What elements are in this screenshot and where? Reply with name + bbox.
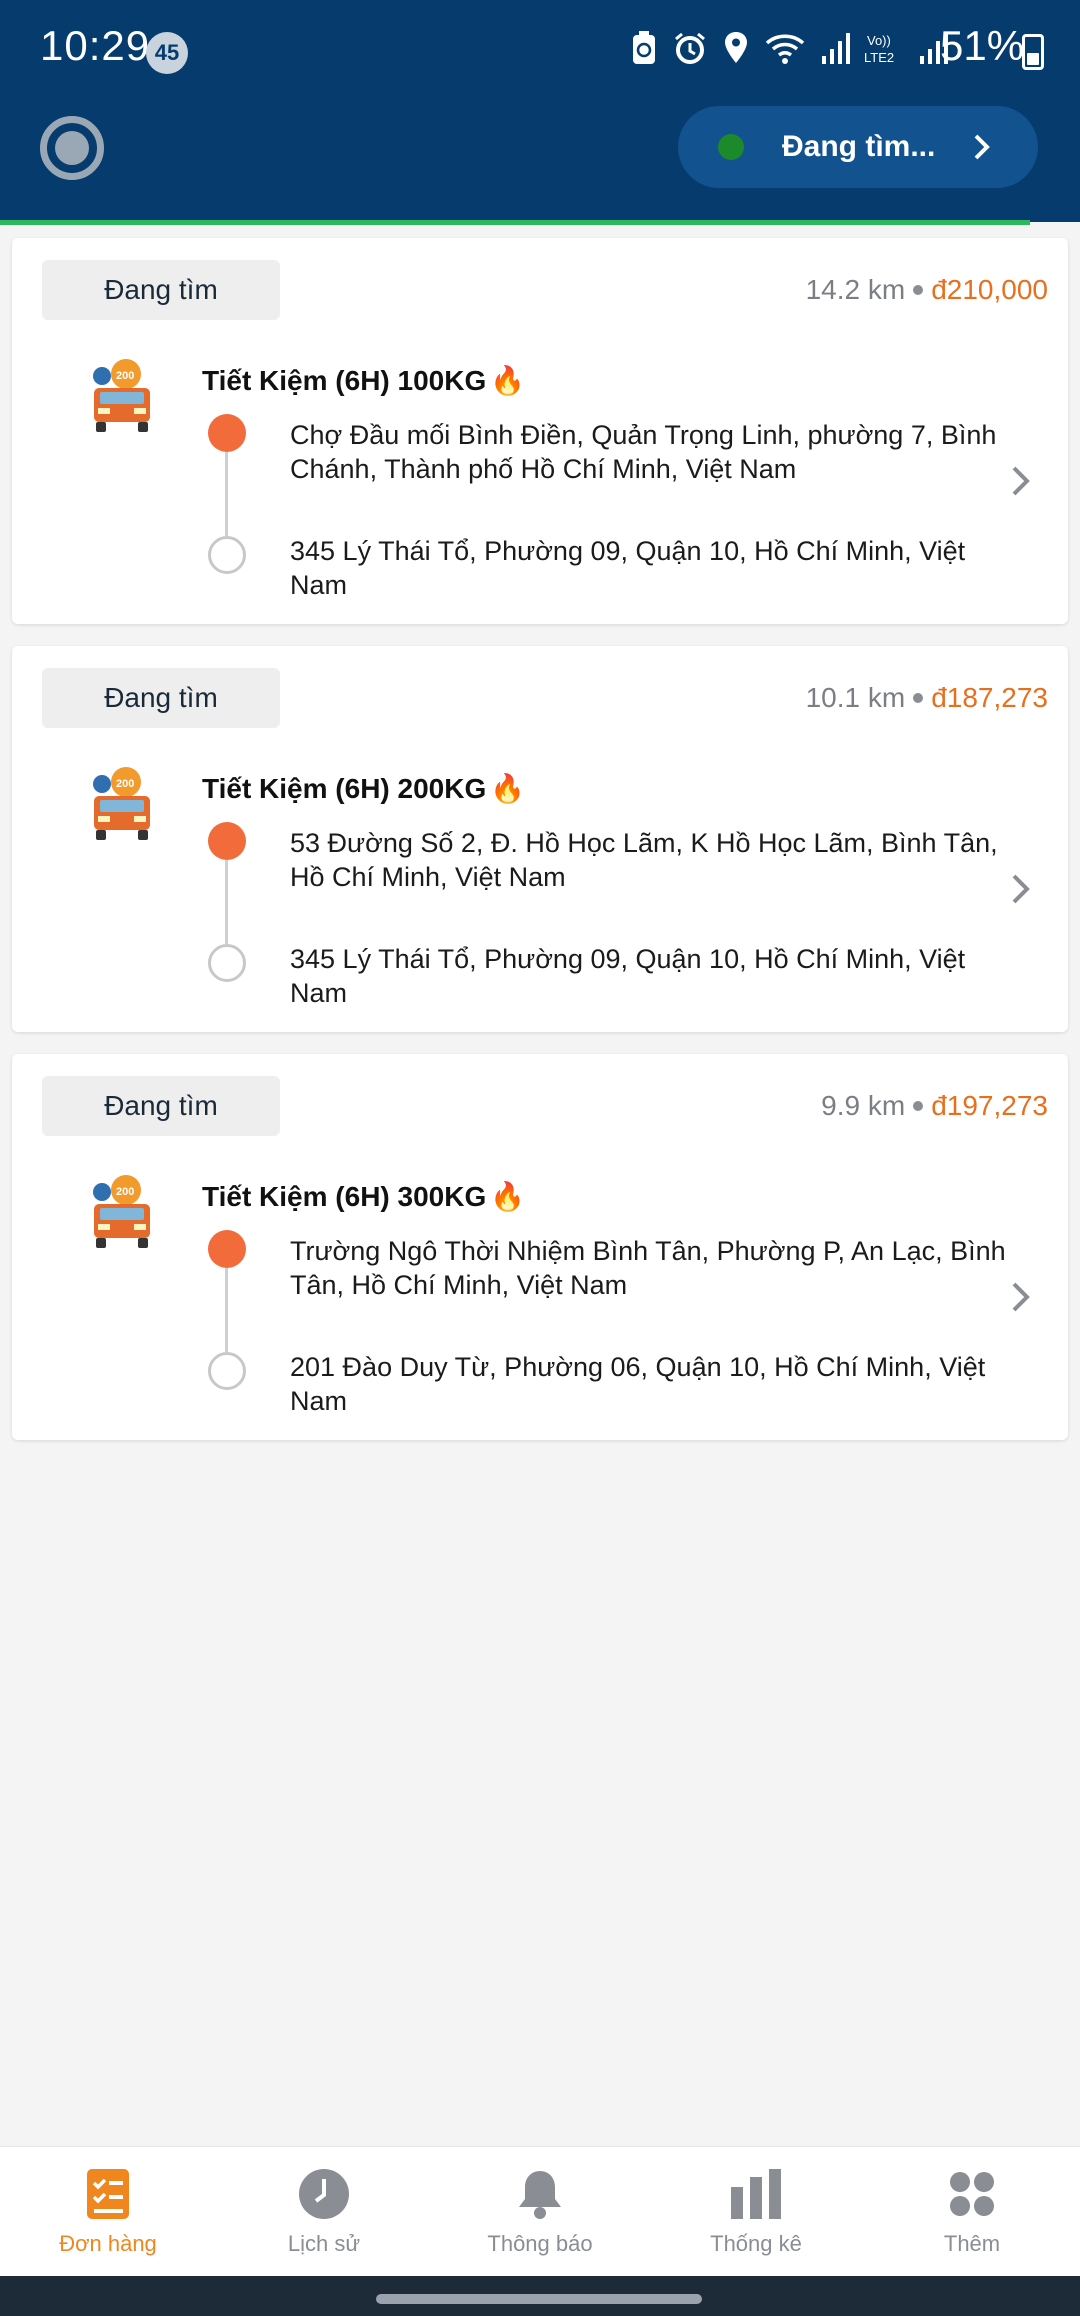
orders-icon: [87, 2169, 129, 2219]
nav-label: Đơn hàng: [59, 2231, 157, 2256]
app-header: 10:29 45 Vo)) LTE2 51% Đang tìm...: [0, 0, 1080, 222]
order-distance: 14.2 km: [805, 274, 906, 305]
wifi-icon: [765, 34, 805, 64]
order-meta: 14.2 km đ210,000: [806, 274, 1048, 306]
dropoff-address: 201 Đào Duy Từ, Phường 06, Quận 10, Hồ C…: [290, 1352, 986, 1416]
order-status-chip: Đang tìm: [42, 1076, 280, 1136]
pickup-marker: [208, 414, 246, 452]
service-name: Tiết Kiệm (6H) 200KG 🔥: [202, 772, 525, 805]
alarm-icon: [675, 32, 705, 64]
pickup-marker: [208, 1230, 246, 1268]
history-icon: [299, 2169, 349, 2219]
truck-icon: 200: [93, 359, 150, 432]
svg-text:LTE2: LTE2: [864, 50, 894, 65]
order-distance: 9.9 km: [821, 1090, 906, 1121]
fire-icon: 🔥: [490, 365, 526, 396]
bottom-nav: Đơn hàng Lịch sử Thông báo Thống kê Thêm: [0, 2146, 1080, 2276]
pickup-marker: [208, 822, 246, 860]
bell-icon: [519, 2171, 561, 2219]
order-meta: 9.9 km đ197,273: [821, 1090, 1048, 1122]
separator-dot: [913, 693, 924, 703]
order-card[interactable]: Đang tìm 10.1 km đ187,273 200 Tiết Kiệm …: [12, 646, 1068, 1032]
online-status-dot: [718, 134, 744, 160]
nav-item-more[interactable]: Thêm: [864, 2147, 1080, 2276]
separator-dot: [913, 1101, 924, 1111]
order-price: đ210,000: [931, 274, 1048, 305]
order-card[interactable]: Đang tìm 9.9 km đ197,273 200 Tiết Kiệm (…: [12, 1054, 1068, 1440]
fire-icon: 🔥: [490, 773, 526, 804]
nav-label: Thông báo: [487, 2231, 593, 2256]
dropoff-address: 345 Lý Thái Tổ, Phường 09, Quận 10, Hồ C…: [290, 536, 966, 600]
truck-icon: 200: [93, 767, 150, 840]
battery-percent: 51%: [940, 22, 1025, 69]
svg-text:Vo)): Vo)): [867, 33, 891, 48]
search-status-label: Đang tìm...: [782, 130, 936, 163]
chevron-right-icon: [1012, 874, 1030, 904]
order-meta: 10.1 km đ187,273: [806, 682, 1048, 714]
chevron-right-icon: [974, 134, 990, 160]
chevron-right-icon: [1012, 1282, 1030, 1312]
status-icons: Vo)) LTE2: [630, 30, 948, 66]
nav-item-stats[interactable]: Thống kê: [648, 2147, 864, 2276]
nav-item-notifications[interactable]: Thông báo: [432, 2147, 648, 2276]
dropoff-marker: [208, 944, 246, 982]
battery-icon: [1022, 34, 1044, 70]
signal-icon: [822, 33, 850, 64]
dropoff-address: 345 Lý Thái Tổ, Phường 09, Quận 10, Hồ C…: [290, 944, 966, 1008]
order-status-chip: Đang tìm: [42, 668, 280, 728]
bar-chart-icon: [731, 2169, 781, 2219]
recycle-icon: [633, 31, 655, 64]
status-time: 10:29: [40, 22, 151, 69]
pickup-address: 53 Đường Số 2, Đ. Hồ Học Lãm, K Hồ Học L…: [290, 828, 998, 892]
notification-count-badge: 45: [146, 32, 188, 74]
service-name: Tiết Kiệm (6H) 300KG 🔥: [202, 1180, 525, 1213]
order-card[interactable]: Đang tìm 14.2 km đ210,000 200 Tiết Kiệm …: [12, 238, 1068, 624]
more-icon: [950, 2172, 994, 2216]
pickup-address: Chợ Đầu mối Bình Điền, Quản Trọng Linh, …: [290, 420, 997, 484]
service-label: Tiết Kiệm (6H) 100KG: [202, 365, 487, 396]
svg-text:200: 200: [116, 370, 134, 382]
dropoff-marker: [208, 1352, 246, 1390]
fire-icon: 🔥: [490, 1181, 526, 1212]
separator-dot: [913, 285, 924, 295]
service-name: Tiết Kiệm (6H) 100KG 🔥: [202, 364, 525, 397]
order-price: đ197,273: [931, 1090, 1048, 1121]
online-toggle[interactable]: [40, 116, 104, 180]
order-distance: 10.1 km: [805, 682, 906, 713]
service-label: Tiết Kiệm (6H) 300KG: [202, 1181, 487, 1212]
nav-item-history[interactable]: Lịch sử: [216, 2147, 432, 2276]
nav-label: Thống kê: [710, 2231, 802, 2256]
route-line: [225, 860, 228, 944]
chevron-right-icon: [1012, 466, 1030, 496]
toggle-inner-dot: [55, 131, 89, 165]
home-gesture-handle[interactable]: [376, 2294, 702, 2304]
order-status-chip: Đang tìm: [42, 260, 280, 320]
order-price: đ187,273: [931, 682, 1048, 713]
nav-label: Thêm: [943, 2231, 1001, 2256]
location-icon: [725, 32, 747, 63]
nav-label: Lịch sử: [287, 2231, 361, 2256]
route-line: [225, 452, 228, 536]
route-line: [225, 1268, 228, 1352]
service-label: Tiết Kiệm (6H) 200KG: [202, 773, 487, 804]
volte-icon: Vo)) LTE2: [864, 33, 894, 65]
svg-text:200: 200: [116, 778, 134, 790]
svg-text:200: 200: [116, 1186, 134, 1198]
nav-item-orders[interactable]: Đơn hàng: [0, 2147, 216, 2276]
search-status-button[interactable]: Đang tìm...: [678, 106, 1038, 188]
loading-progress-bar: [0, 220, 1030, 225]
dropoff-marker: [208, 536, 246, 574]
pickup-address: Trường Ngô Thời Nhiệm Bình Tân, Phường P…: [290, 1236, 1006, 1300]
truck-icon: 200: [93, 1175, 150, 1248]
